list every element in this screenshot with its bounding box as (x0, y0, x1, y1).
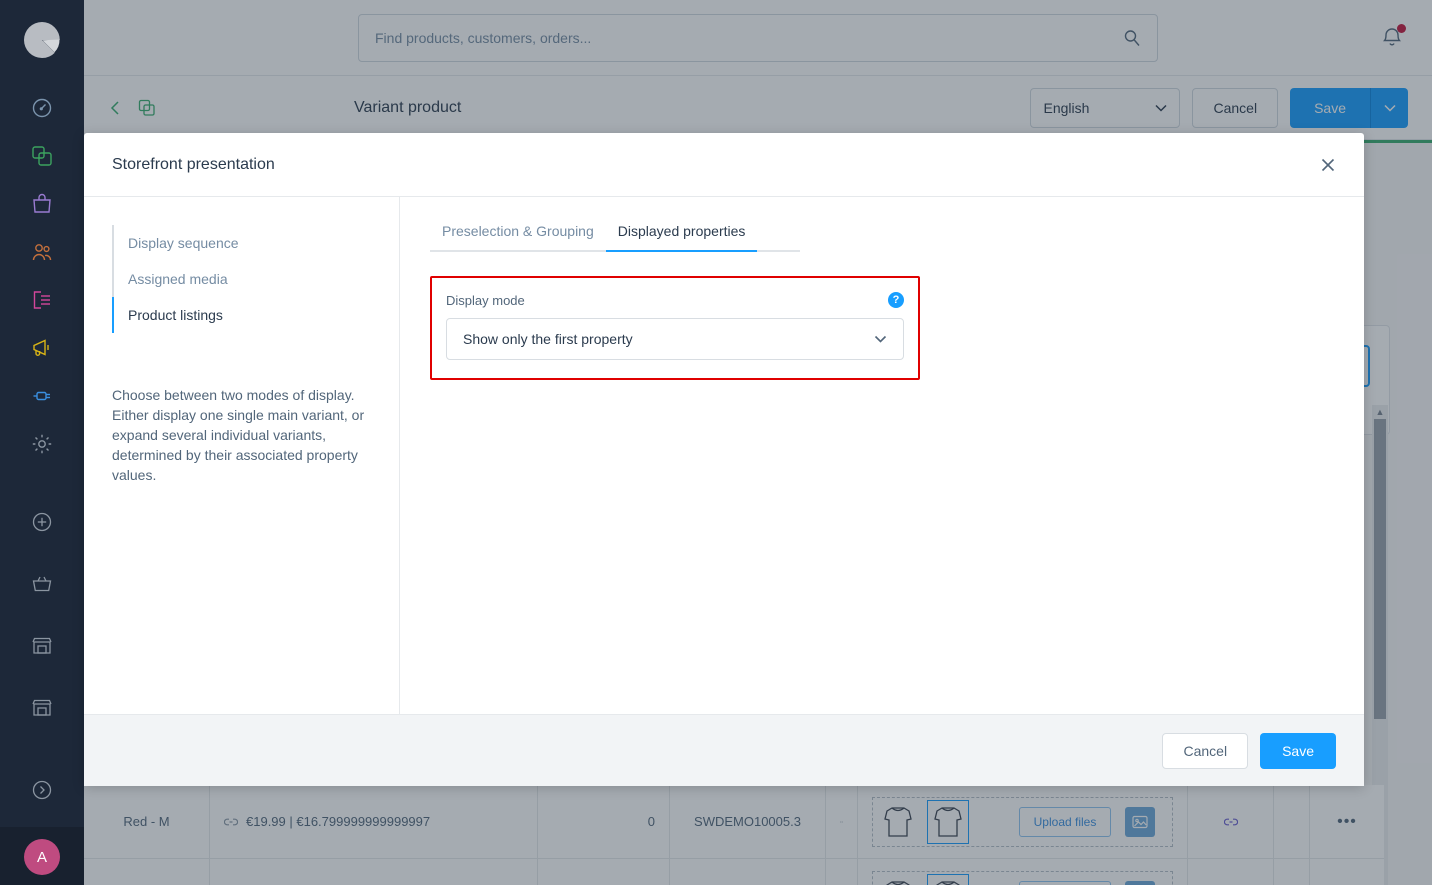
users-icon (31, 241, 53, 263)
close-icon[interactable] (1316, 153, 1340, 177)
sidebar-item-storefront-one[interactable] (18, 622, 66, 670)
display-mode-label: Display mode (446, 292, 525, 308)
sidebar-item-product-listings[interactable]: Product listings (112, 297, 371, 333)
user-menu[interactable]: A (0, 827, 84, 885)
storefront-presentation-modal: Storefront presentation Display sequence… (84, 133, 1364, 786)
copy-layers-icon (31, 145, 53, 167)
sidebar-item-marketing[interactable] (18, 324, 66, 372)
sidebar-item-add[interactable] (18, 498, 66, 546)
display-mode-label-row: Display mode ? (446, 292, 904, 308)
save-button[interactable]: Save (1260, 732, 1336, 769)
help-circle-icon[interactable]: ? (888, 292, 904, 308)
modal-main-panel: Preselection & Grouping Displayed proper… (400, 197, 1364, 714)
display-mode-highlight: Display mode ? Show only the first prope… (430, 276, 920, 380)
modal-title: Storefront presentation (112, 155, 275, 173)
sidebar-item-shop-basket[interactable] (18, 560, 66, 608)
main-sidebar: A (0, 0, 84, 885)
sidebar-item-dashboard[interactable] (18, 84, 66, 132)
modal-description: Choose between two modes of display. Eit… (112, 387, 365, 483)
gear-icon (31, 433, 53, 455)
gauge-icon (31, 97, 53, 119)
sidebar-item-customers[interactable] (18, 228, 66, 276)
display-mode-select[interactable]: Show only the first property (446, 318, 904, 360)
modal-header: Storefront presentation (84, 133, 1364, 197)
tab-preselection-grouping[interactable]: Preselection & Grouping (430, 223, 606, 250)
modal-body: Display sequence Assigned media Product … (84, 197, 1364, 714)
store-icon (31, 697, 53, 719)
sidebar-item-extensions[interactable] (18, 372, 66, 420)
plus-circle-icon (31, 511, 53, 533)
chevron-down-icon (874, 335, 887, 343)
store-icon (31, 635, 53, 657)
basket-icon (31, 574, 53, 594)
sidebar-footer: A (0, 779, 84, 885)
sidebar-item-orders[interactable] (18, 180, 66, 228)
bag-icon (31, 193, 53, 215)
content-list-icon (31, 289, 53, 311)
sidebar-item-settings[interactable] (18, 420, 66, 468)
megaphone-icon (31, 337, 53, 359)
modal-footer: Cancel Save (84, 714, 1364, 786)
primary-nav (18, 84, 66, 468)
vertical-tab-label: Product listings (128, 307, 223, 323)
chevron-right-circle-icon (31, 779, 53, 801)
save-label: Save (1282, 742, 1314, 759)
display-mode-value: Show only the first property (463, 331, 633, 347)
sidebar-item-assigned-media[interactable]: Assigned media (114, 261, 371, 297)
sidebar-item-catalogues[interactable] (18, 132, 66, 180)
collapse-sidebar-button[interactable] (18, 779, 66, 827)
vertical-tab-label: Display sequence (128, 235, 239, 251)
tab-label: Displayed properties (617, 223, 746, 239)
avatar[interactable]: A (24, 839, 60, 875)
tab-displayed-properties[interactable]: Displayed properties (605, 223, 758, 252)
cancel-label: Cancel (1183, 742, 1228, 759)
app-root: Find products, customers, orders... Vari… (0, 0, 1432, 885)
vertical-tab-label: Assigned media (128, 271, 228, 287)
modal-side-nav: Display sequence Assigned media Product … (84, 197, 400, 714)
tab-list: Preselection & Grouping Displayed proper… (430, 223, 800, 252)
sidebar-item-content[interactable] (18, 276, 66, 324)
vertical-tab-list: Display sequence Assigned media Product … (112, 225, 371, 333)
utility-nav (18, 498, 66, 732)
sidebar-item-display-sequence[interactable]: Display sequence (114, 225, 371, 261)
cancel-button[interactable]: Cancel (1162, 732, 1249, 769)
sidebar-item-storefront-two[interactable] (18, 684, 66, 732)
plug-icon (31, 385, 53, 407)
shopware-logo-icon[interactable] (20, 18, 64, 62)
tab-label: Preselection & Grouping (442, 223, 594, 239)
